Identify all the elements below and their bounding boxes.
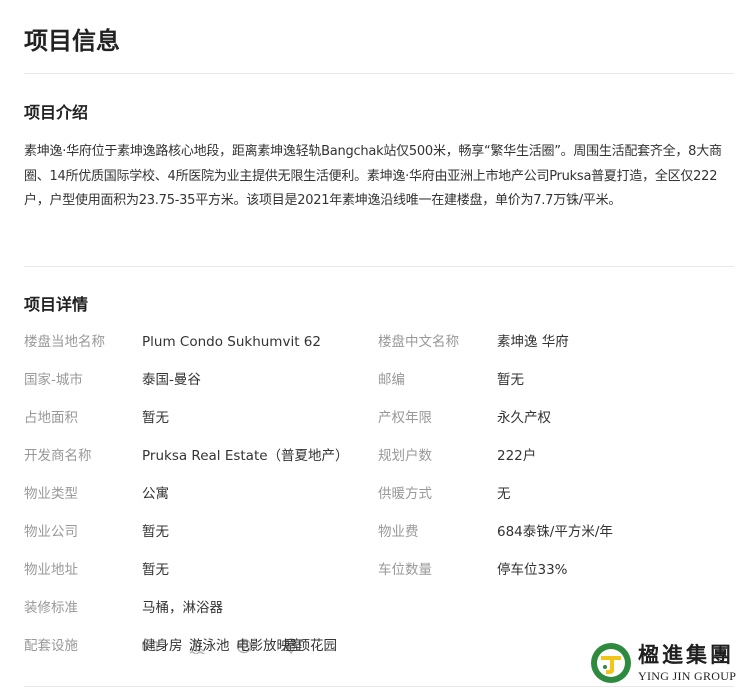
page-title: 项目信息 [24, 27, 120, 55]
detail-value: 暂无 [142, 562, 169, 578]
facility-gym: 健身房 [142, 638, 183, 654]
detail-label: 国家-城市 [24, 372, 83, 388]
logo-chinese-name: 楹進集團 [638, 642, 734, 667]
detail-label: 物业公司 [24, 524, 78, 540]
detail-value: 素坤逸 华府 [497, 334, 569, 350]
detail-row: 开发商名称 Pruksa Real Estate（普夏地产） 规划户数 222户 [24, 441, 736, 479]
detail-row: 楼盘当地名称 Plum Condo Sukhumvit 62 楼盘中文名称 素坤… [24, 327, 736, 365]
facilities-label: 配套设施 [24, 638, 78, 654]
decoration-label: 装修标准 [24, 600, 78, 616]
details-table: 楼盘当地名称 Plum Condo Sukhumvit 62 楼盘中文名称 素坤… [24, 327, 736, 669]
detail-label: 开发商名称 [24, 448, 92, 464]
detail-value: 暂无 [142, 410, 169, 426]
detail-label: 楼盘中文名称 [378, 334, 459, 350]
facility-rooftop-garden: 屋顶花园 [283, 638, 337, 654]
facility-label: 健身房 [142, 638, 183, 654]
facilities-list: 健身房 游泳池 电影放映室 屋顶花园 [142, 631, 337, 661]
detail-value: 暂无 [497, 372, 524, 388]
detail-value: 泰国-曼谷 [142, 372, 201, 388]
facility-pool: 游泳池 [189, 638, 230, 654]
detail-label: 物业类型 [24, 486, 78, 502]
detail-row: 物业公司 暂无 物业费 684泰铢/平方米/年 [24, 517, 736, 555]
facility-cinema: 电影放映室 [236, 638, 304, 654]
decoration-value: 马桶，淋浴器 [142, 600, 223, 616]
detail-value: 684泰铢/平方米/年 [497, 524, 613, 540]
detail-value: 停车位33% [497, 562, 568, 578]
section-divider [24, 266, 734, 267]
detail-value: 无 [497, 486, 511, 502]
title-divider [24, 73, 734, 74]
details-section-title: 项目详情 [24, 295, 89, 314]
detail-row: 物业地址 暂无 车位数量 停车位33% [24, 555, 736, 593]
intro-section-title: 项目介绍 [24, 103, 89, 122]
detail-value: Pruksa Real Estate（普夏地产） [142, 448, 349, 464]
detail-value: 222户 [497, 448, 537, 464]
detail-row: 物业类型 公寓 供暖方式 无 [24, 479, 736, 517]
detail-label: 物业费 [378, 524, 419, 540]
detail-label: 供暖方式 [378, 486, 432, 502]
detail-value: 暂无 [142, 524, 169, 540]
company-logo: 楹進集團 YING JIN GROUP [590, 640, 742, 690]
logo-emblem-icon [591, 643, 631, 683]
facility-label: 游泳池 [189, 638, 230, 654]
detail-label: 物业地址 [24, 562, 78, 578]
detail-label: 规划户数 [378, 448, 432, 464]
detail-label: 产权年限 [378, 410, 432, 426]
intro-text: 素坤逸·华府位于素坤逸路核心地段，距离素坤逸轻轨Bangchak站仅500米，畅… [24, 144, 722, 208]
detail-row: 国家-城市 泰国-曼谷 邮编 暂无 [24, 365, 736, 403]
detail-label: 车位数量 [378, 562, 432, 578]
detail-value: 永久产权 [497, 410, 551, 426]
logo-english-name: YING JIN GROUP [638, 669, 737, 683]
decoration-row: 装修标准 马桶，淋浴器 [24, 593, 736, 631]
detail-row: 占地面积 暂无 产权年限 永久产权 [24, 403, 736, 441]
detail-value: Plum Condo Sukhumvit 62 [142, 334, 321, 350]
detail-label: 邮编 [378, 372, 405, 388]
detail-value: 公寓 [142, 486, 169, 502]
facility-label: 屋顶花园 [283, 638, 337, 654]
detail-label: 楼盘当地名称 [24, 334, 105, 350]
detail-label: 占地面积 [24, 410, 78, 426]
